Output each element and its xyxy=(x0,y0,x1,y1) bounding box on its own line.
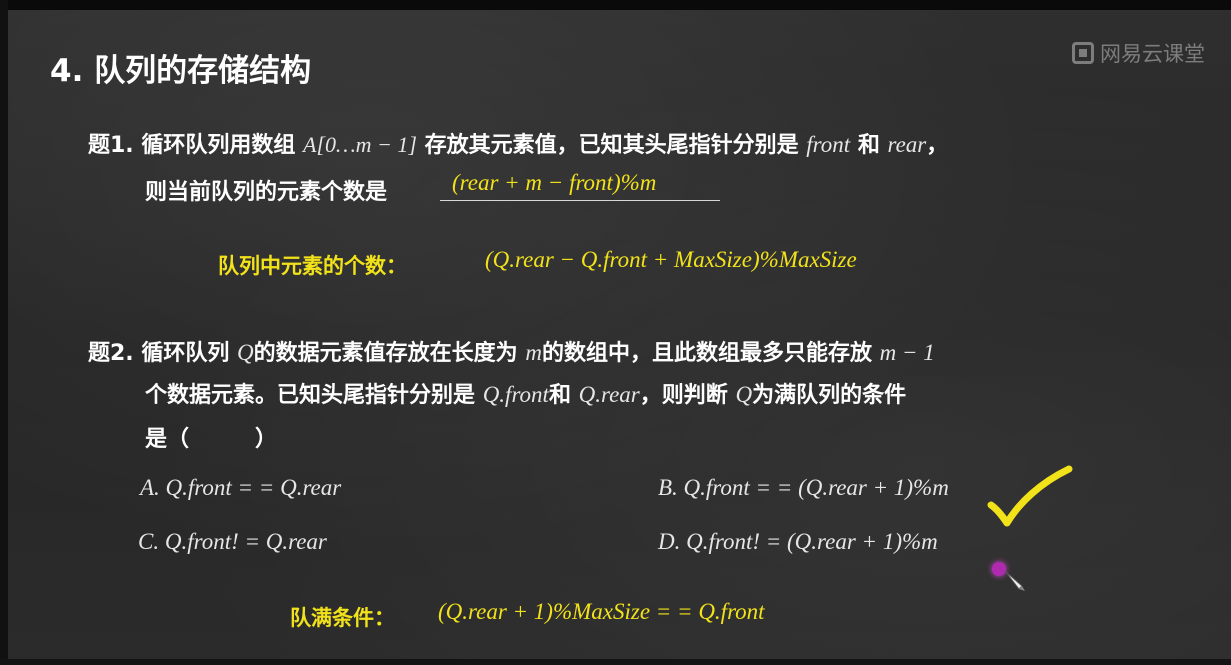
q2-m-minus-1: m − 1 xyxy=(879,340,935,365)
q2-line2-text-a: 个数据元素。已知头尾指针分别是 xyxy=(145,383,476,408)
q2-qrear: Q.rear xyxy=(578,382,640,407)
q1-line2: 则当前队列的元素个数是 xyxy=(145,180,388,205)
formula1-label: 队列中元素的个数： xyxy=(218,254,407,278)
option-a: A. Q.front = = Q.rear xyxy=(140,475,342,500)
watermark-text: 网易云课堂 xyxy=(1100,42,1205,66)
q1-answer: (rear + m − front)%m xyxy=(452,170,657,195)
q2-line2-text-c: 为满队列的条件 xyxy=(752,383,907,408)
formula2-label: 队满条件： xyxy=(290,606,395,630)
checkmark-icon xyxy=(987,465,1073,527)
q2-line3: 是（ ） xyxy=(145,427,278,452)
q2-m: m xyxy=(525,340,542,365)
q1-array: A[0…m − 1] xyxy=(303,132,417,157)
q1-answer-blank-line xyxy=(440,200,720,201)
pen-cursor-icon xyxy=(1004,570,1025,591)
q2-label: 题2. xyxy=(88,341,134,366)
q1-text-b: 存放其元素值，已知其头尾指针分别是 xyxy=(424,133,799,158)
q2-text-c: 的数组中，且此数组最多只能存放 xyxy=(541,341,872,366)
watermark: 网易云课堂 xyxy=(1072,38,1205,68)
q1-and: 和 xyxy=(857,133,880,158)
q1-line1: 题1. 循环队列用数组 A[0…m − 1] 存放其元素值，已知其头尾指针分别是… xyxy=(88,127,948,159)
q1-text-a: 循环队列用数组 xyxy=(141,133,296,158)
bottom-border xyxy=(0,659,1231,665)
option-b: B. Q.front = = (Q.rear + 1)%m xyxy=(658,475,949,500)
q2-qfront: Q.front xyxy=(482,382,549,407)
left-border xyxy=(0,0,8,665)
q1-comma: ， xyxy=(926,133,949,158)
option-d: D. Q.front! = (Q.rear + 1)%m xyxy=(658,529,938,554)
q2-line2: 个数据元素。已知头尾指针分别是 Q.front和 Q.rear，则判断 Q为满队… xyxy=(145,377,906,409)
formula1-expr: (Q.rear − Q.front + MaxSize)%MaxSize xyxy=(485,247,857,272)
q2-line2-text-b: ，则判断 xyxy=(639,383,728,408)
slide-title: 4. 队列的存储结构 xyxy=(50,53,312,89)
q1-rear: rear xyxy=(887,132,927,157)
slide: 网易云课堂 4. 队列的存储结构 题1. 循环队列用数组 A[0…m − 1] … xyxy=(0,0,1231,665)
q2-text-a: 循环队列 xyxy=(141,341,230,366)
option-c: C. Q.front! = Q.rear xyxy=(138,529,327,554)
q2-line1: 题2. 循环队列 Q的数据元素值存放在长度为 m的数组中，且此数组最多只能存放 … xyxy=(88,335,935,367)
q1-front: front xyxy=(806,132,851,157)
q2-text-b: 的数据元素值存放在长度为 xyxy=(253,341,518,366)
q2-Q: Q xyxy=(237,340,254,365)
q2-and: 和 xyxy=(548,383,571,408)
formula2-expr: (Q.rear + 1)%MaxSize = = Q.front xyxy=(438,599,765,624)
q1-label: 题1. xyxy=(88,133,134,158)
cloud-classroom-logo-icon xyxy=(1072,42,1094,64)
top-border xyxy=(0,0,1231,10)
q2-Q2: Q xyxy=(735,382,753,407)
